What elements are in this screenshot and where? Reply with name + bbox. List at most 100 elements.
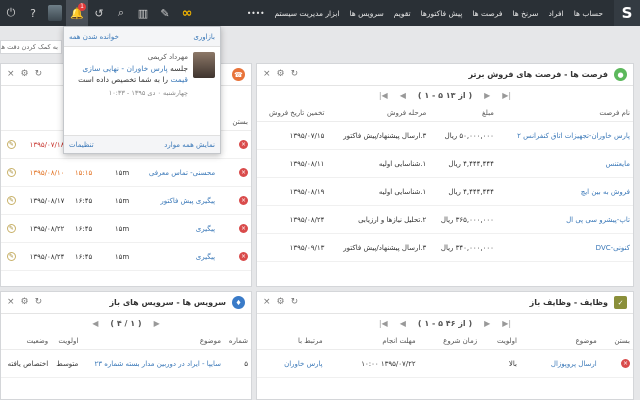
settings-icon[interactable]: ⚙ <box>277 297 285 307</box>
settings-icon[interactable]: ⚙ <box>277 69 285 79</box>
history-icon[interactable]: ↺ <box>88 0 110 26</box>
col-due[interactable]: مهلت انجام <box>325 333 419 350</box>
refresh-icon[interactable]: ↻ <box>35 69 43 79</box>
refresh-icon[interactable]: ↻ <box>291 69 299 79</box>
search-icon[interactable]: ⌕ <box>110 0 132 26</box>
col-close[interactable]: بستن <box>225 114 251 131</box>
stage: ۳.ارسال پیشنهاد/پیش فاکتور <box>327 233 430 262</box>
next-page-icon[interactable]: ▶ <box>484 91 490 100</box>
col-priority[interactable]: اولویت <box>480 333 520 350</box>
prev-page-icon[interactable]: ◀ <box>400 319 406 328</box>
edit-icon[interactable]: ✎ <box>6 168 16 177</box>
col-status[interactable]: وضعیت <box>1 333 52 350</box>
reports-chart-icon[interactable]: ▥ <box>132 0 154 26</box>
menu-leads[interactable]: سرنخ ها <box>507 9 543 18</box>
prev-page-icon[interactable]: ◀ <box>92 319 98 328</box>
close-item-icon[interactable]: × <box>239 168 248 177</box>
last-page-icon[interactable]: ▶| <box>502 319 511 328</box>
next-page-icon[interactable]: ▶ <box>484 319 490 328</box>
col-date[interactable]: تخمین تاریخ فروش <box>257 105 328 122</box>
opportunity-link[interactable]: پارس خاوران-تجهیزات اتاق کنفرانس ۲ <box>496 121 633 150</box>
close-item-icon[interactable]: × <box>239 224 248 233</box>
col-number[interactable]: شماره <box>223 333 251 350</box>
power-icon[interactable]: ⏻ <box>0 0 22 26</box>
menu-opportunities[interactable]: فرصت ها <box>467 9 507 18</box>
first-page-icon[interactable]: |◀ <box>379 91 388 100</box>
date: ۱۳۹۵/۰۸/۲۴ <box>18 242 68 271</box>
due: ۱۳۹۵/۰۷/۲۲ ۱۰:۰۰ <box>325 349 419 378</box>
amount: ۳۶۵,۰۰۰,۰۰۰ ریال <box>429 205 497 234</box>
close-item-icon[interactable]: × <box>239 196 248 205</box>
mark-all-read-link[interactable]: خوانده شدن همه <box>69 33 119 41</box>
close-icon[interactable]: × <box>7 297 15 307</box>
table-row: پارس خاوران-تجهیزات اتاق کنفرانس ۲ ۵۰,۰۰… <box>257 121 633 150</box>
activity-subject[interactable]: پیگیری <box>132 214 219 243</box>
col-related[interactable]: مرتبط با <box>257 333 326 350</box>
next-page-icon[interactable]: ▶ <box>154 319 160 328</box>
amount: ۵۰,۰۰۰,۰۰۰ ریال <box>429 121 497 150</box>
edit-icon[interactable]: ✎ <box>6 196 16 205</box>
notification-dropdown: بازاوری خوانده شدن همه مهرداد کریمی جلسه… <box>63 26 221 154</box>
edit-icon[interactable]: ✎ <box>6 252 16 261</box>
app-logo[interactable]: S <box>614 0 640 26</box>
opportunity-link[interactable]: تاپ-پیشرو سی پی ال <box>496 205 633 234</box>
infinity-icon[interactable]: ∞ <box>176 0 198 26</box>
menu-services[interactable]: سرویس ها <box>344 9 388 18</box>
notification-item[interactable]: مهرداد کریمی جلسه پارس خاوران - نهایی سا… <box>64 47 220 104</box>
date: ۱۳۹۵/۰۹/۱۳ <box>257 233 328 262</box>
user-avatar[interactable] <box>44 0 66 26</box>
opportunity-link[interactable]: مایعتنس <box>496 149 633 178</box>
close-item-icon[interactable]: × <box>239 140 248 149</box>
related-link[interactable]: پارس خاوران <box>257 349 326 378</box>
edit-icon[interactable]: ✎ <box>6 224 16 233</box>
menu-calendar[interactable]: تقویم <box>389 9 416 18</box>
col-priority[interactable]: اولویت <box>51 333 82 350</box>
first-page-icon[interactable]: |◀ <box>379 319 388 328</box>
settings-icon[interactable]: ⚙ <box>21 297 29 307</box>
col-name[interactable]: نام فرصت <box>496 105 633 122</box>
menu-accounts[interactable]: حساب ها <box>569 9 608 18</box>
tasks-pager: |◀ ◀ ( ۱ - ۵ از ۴۶ ) ▶ ▶| <box>257 314 633 333</box>
search-hint[interactable]: به کمک کردن دقت های سرچ <box>0 40 62 54</box>
notifications-bell-icon[interactable]: 🔔 1 <box>66 0 88 26</box>
opportunity-icon: ● <box>614 68 627 81</box>
last-page-icon[interactable]: ▶| <box>502 91 511 100</box>
activity-subject[interactable]: پیگیری <box>132 242 219 271</box>
refresh-icon[interactable]: ↻ <box>291 297 299 307</box>
refresh-link[interactable]: بازاوری <box>193 33 215 41</box>
menu-contacts[interactable]: افراد <box>543 9 568 18</box>
table-row: مایعتنس ۴,۴۴۴,۴۴۴ ریال ۱.شناسایی اولیه ۱… <box>257 149 633 178</box>
col-close[interactable]: بستن <box>599 333 633 350</box>
notification-link[interactable]: پارس خاوران - نهایی <box>103 64 168 73</box>
activity-subject[interactable]: محسنی- تماس معرفی <box>132 158 219 187</box>
menu-more[interactable]: •••• <box>242 9 270 18</box>
activity-subject[interactable]: پیگیری پیش فاکتور <box>132 186 219 215</box>
tools-icon[interactable]: ✎ <box>154 0 176 26</box>
task-subject[interactable]: ارسال پروپوزال <box>519 349 600 378</box>
service-subject[interactable]: سایپا - ایراد در دوربین مدار بسته شماره … <box>81 349 224 378</box>
close-item-icon[interactable]: × <box>621 359 630 368</box>
col-start[interactable]: زمان شروع <box>418 333 481 350</box>
close-icon[interactable]: × <box>263 69 271 79</box>
help-icon[interactable]: ? <box>22 0 44 26</box>
edit-icon[interactable]: ✎ <box>6 140 16 149</box>
col-subject[interactable]: موضوع <box>519 333 600 350</box>
table-row: × پیگیری ۱۵m ۱۶:۴۵ ۱۳۹۵/۰۸/۲۴ ✎ <box>1 242 251 271</box>
show-all-link[interactable]: نمایش همه موارد <box>164 141 215 149</box>
col-stage[interactable]: مرحله فروش <box>327 105 430 122</box>
opportunity-link[interactable]: فروش به بین ایچ <box>496 177 633 206</box>
col-subject[interactable]: موضوع <box>81 333 224 350</box>
prev-page-icon[interactable]: ◀ <box>400 91 406 100</box>
close-item-icon[interactable]: × <box>239 252 248 261</box>
close-icon[interactable]: × <box>7 69 15 79</box>
menu-quotes[interactable]: پیش فاکتورها <box>416 9 468 18</box>
settings-icon[interactable]: ⚙ <box>21 69 29 79</box>
table-row: فروش به بین ایچ ۴,۴۴۴,۴۴۴ ریال ۱.شناسایی… <box>257 177 633 206</box>
col-amount[interactable]: مبلغ <box>429 105 497 122</box>
refresh-icon[interactable]: ↻ <box>35 297 43 307</box>
close-icon[interactable]: × <box>263 297 271 307</box>
opportunity-link[interactable]: کنونی-DVC <box>496 233 633 262</box>
services-pager: ◀ ( ۴ / ۱ ) ▶ <box>1 314 251 333</box>
settings-link[interactable]: تنظیمات <box>69 141 94 149</box>
menu-admin-tools[interactable]: ابزار مدیریت سیستم <box>270 9 345 18</box>
